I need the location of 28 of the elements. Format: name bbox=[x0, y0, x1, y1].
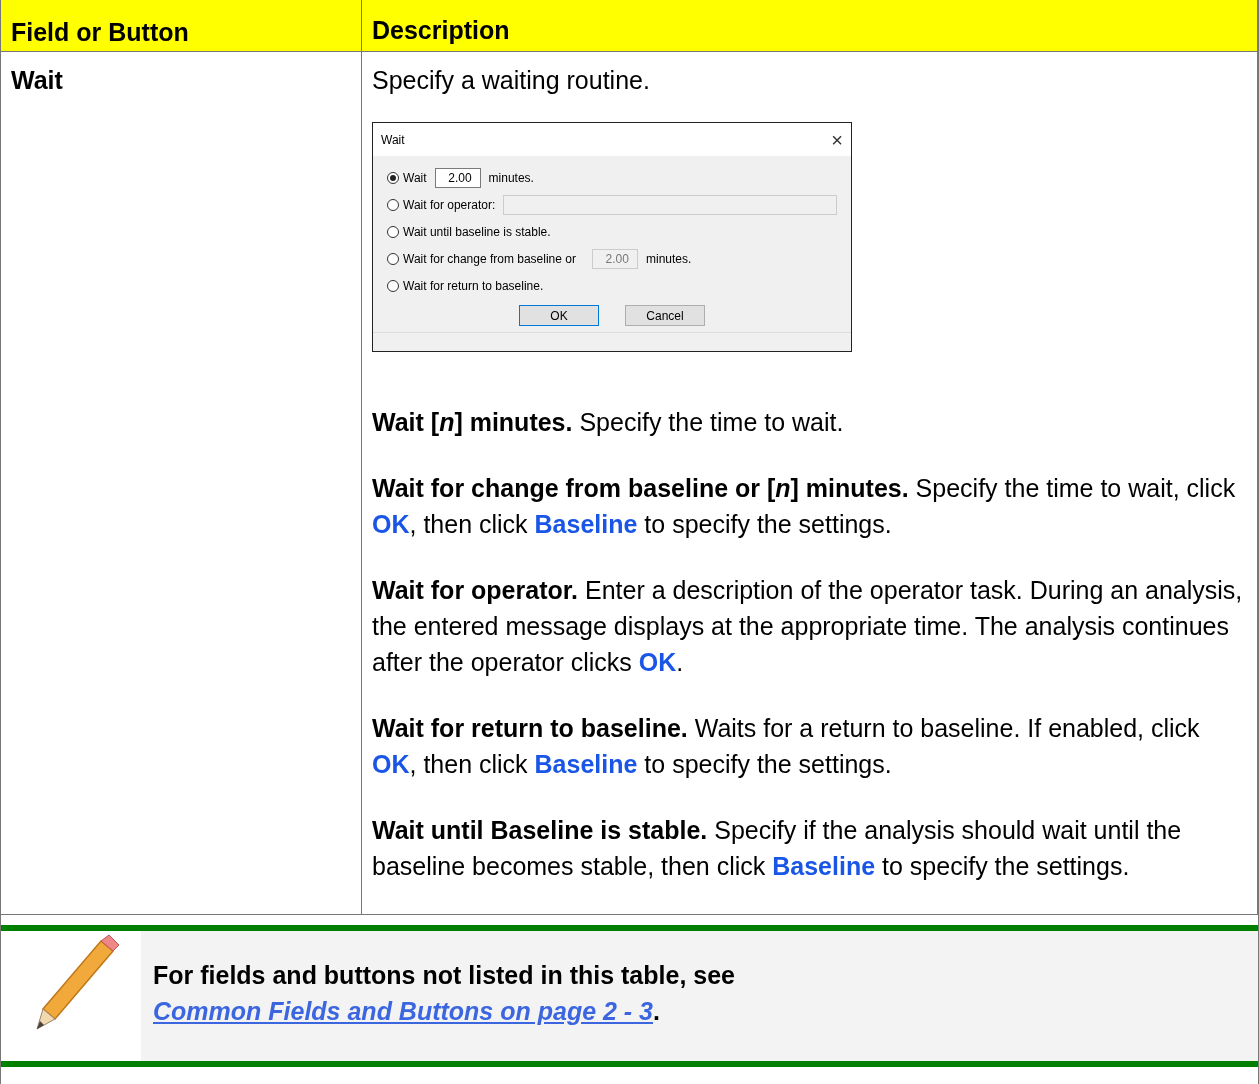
intro-text: Specify a waiting routine. bbox=[372, 65, 651, 96]
option-label: Wait for change from baseline or bbox=[403, 251, 576, 266]
radio-button[interactable] bbox=[387, 252, 399, 265]
description-paragraph: Wait for operator. Enter a description of the operator task. During an analysis, the entered message displays at the appropriate time. The analysis continues after the operator clicks OK. bbox=[372, 575, 1244, 678]
input-field[interactable]: 2.00 bbox=[434, 167, 481, 188]
dialog-title: Wait bbox=[381, 133, 405, 147]
option-label: Wait until baseline is stable. bbox=[403, 224, 551, 239]
radio-button[interactable] bbox=[387, 171, 399, 184]
note-text: For fields and buttons not listed in this table, see Common Fields and Buttons on page 2 - 3. bbox=[153, 960, 736, 1027]
radio-button[interactable] bbox=[387, 279, 399, 292]
description-paragraph: Wait [n] minutes. Specify the time to wait. bbox=[372, 407, 845, 438]
radio-button[interactable] bbox=[387, 198, 399, 211]
field-name: Wait bbox=[11, 66, 63, 95]
description-paragraph: Wait for change from baseline or [n] minutes. Specify the time to wait, click OK, then click Baseline to specify the settings. bbox=[372, 473, 1237, 540]
radio-button[interactable] bbox=[387, 225, 399, 238]
unit-label: minutes. bbox=[645, 251, 692, 266]
dialog-button[interactable]: Cancel bbox=[625, 305, 705, 326]
description-paragraph: Wait for return to baseline. Waits for a return to baseline. If enabled, click OK, then click Baseline to specify the settings. bbox=[372, 713, 1201, 780]
page-link[interactable]: Common Fields and Buttons on page 2 - 3 bbox=[153, 997, 654, 1025]
dialog-button[interactable]: OK bbox=[519, 305, 599, 326]
column-header: Field or Button bbox=[1, 0, 362, 52]
close-icon[interactable]: × bbox=[831, 128, 843, 152]
option-label: Wait for operator: bbox=[403, 197, 496, 212]
option-label: Wait for return to baseline. bbox=[403, 278, 544, 293]
description-paragraph: Wait until Baseline is stable. Specify if the analysis should wait until the baseline becomes stable, then click Baseline to specify the settings. bbox=[372, 815, 1183, 882]
option-label: Wait bbox=[403, 170, 427, 185]
column-header: Description bbox=[361, 0, 1258, 52]
unit-label: minutes. bbox=[488, 170, 534, 185]
